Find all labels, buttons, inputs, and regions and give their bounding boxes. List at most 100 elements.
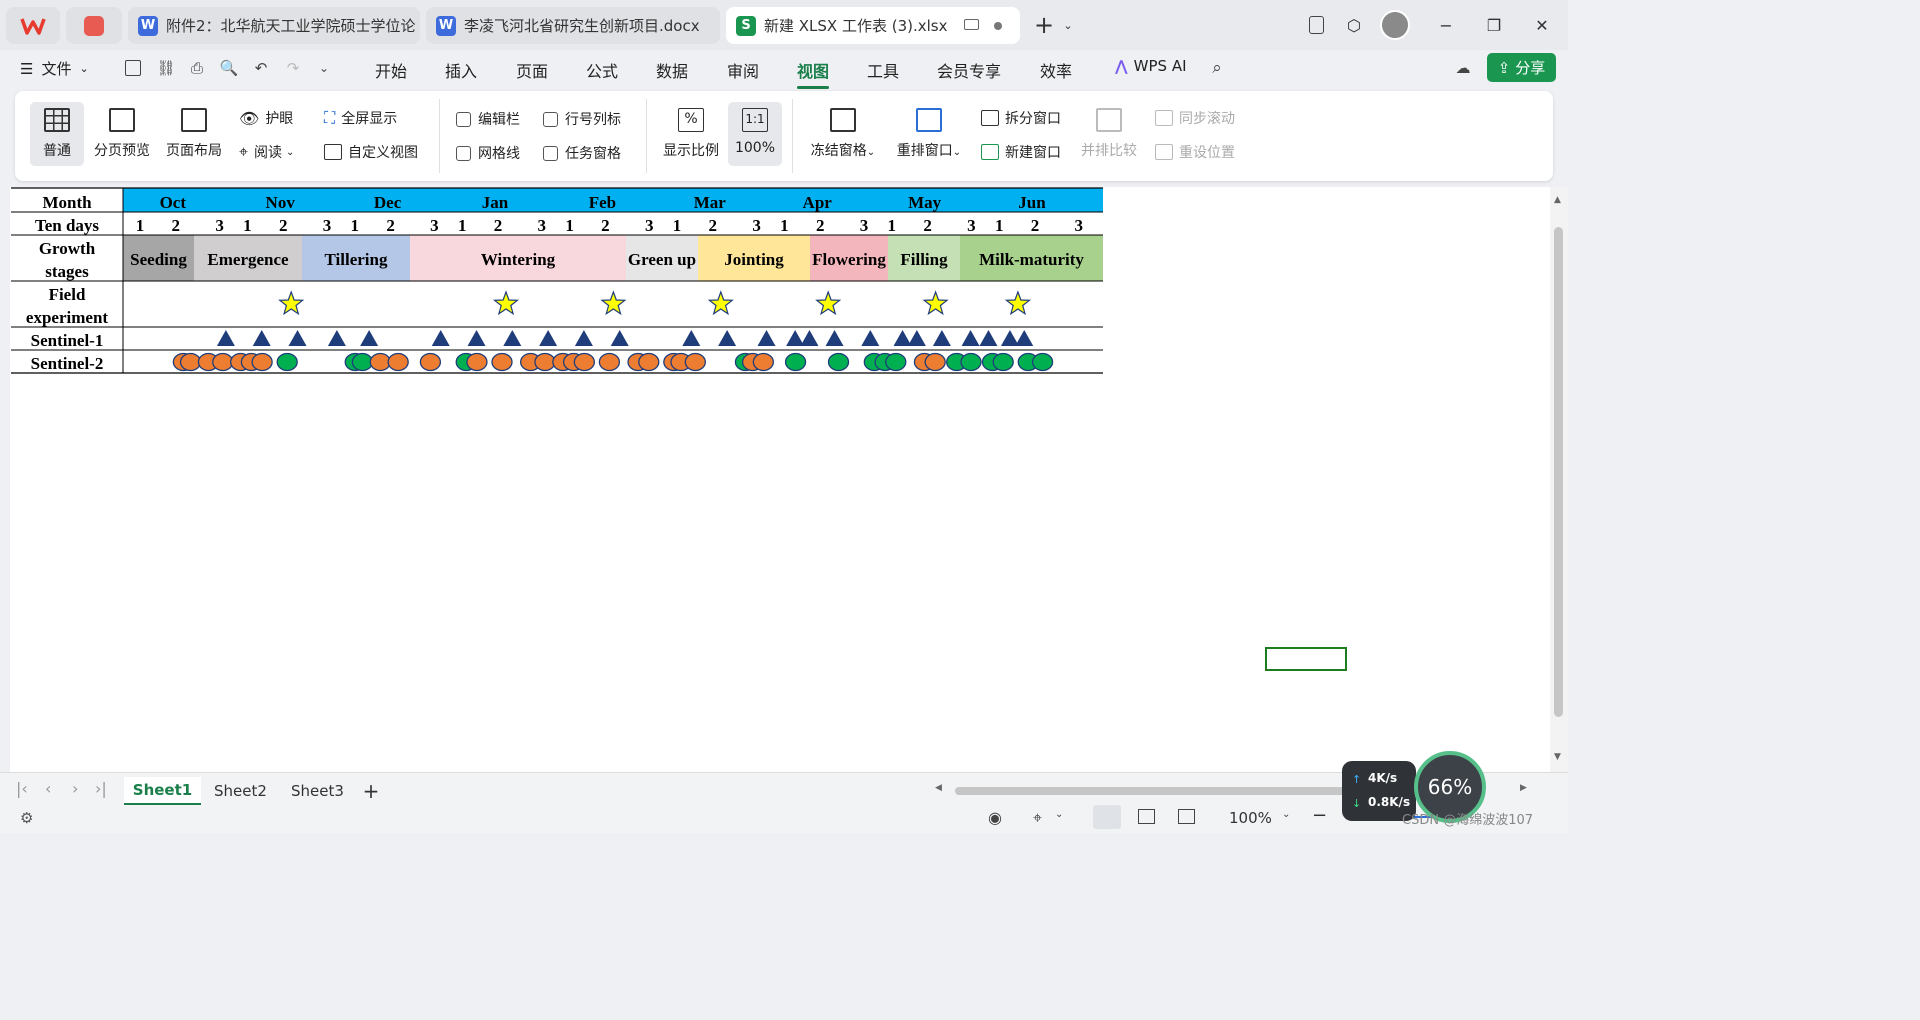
menu-tools[interactable]: 工具 bbox=[867, 58, 899, 82]
chevron-down-icon[interactable]: ⌄ bbox=[1054, 12, 1082, 38]
menu-insert[interactable]: 插入 bbox=[445, 58, 477, 82]
zoom-level[interactable]: 100% bbox=[1229, 809, 1272, 827]
stage-label: Green up bbox=[628, 250, 696, 269]
sync-scroll-button[interactable]: 同步滚动 bbox=[1155, 108, 1235, 128]
menu-efficiency[interactable]: 效率 bbox=[1040, 58, 1072, 82]
month-label: Jan bbox=[482, 193, 509, 212]
vertical-scrollbar[interactable]: ▲ ▼ bbox=[1550, 187, 1568, 772]
print-icon[interactable]: ⎙ bbox=[186, 57, 208, 79]
custom-view-button[interactable]: 自定义视图 bbox=[324, 142, 418, 162]
normal-view-status-icon[interactable] bbox=[1093, 805, 1121, 829]
field-experiment-star bbox=[707, 290, 734, 316]
page-layout-status-icon[interactable] bbox=[1138, 809, 1155, 824]
add-sheet-button[interactable]: + bbox=[357, 777, 385, 805]
page-break-icon bbox=[109, 108, 135, 132]
ten-day-label: 2 bbox=[1031, 216, 1040, 235]
month-label: Dec bbox=[374, 193, 402, 212]
cloud-icon[interactable]: ☁ bbox=[1452, 57, 1474, 79]
chevron-down-icon[interactable]: ⌄ bbox=[1282, 809, 1290, 820]
page-break-status-icon[interactable] bbox=[1178, 809, 1195, 824]
first-sheet-icon[interactable]: |‹ bbox=[16, 779, 28, 798]
close-button[interactable]: ✕ bbox=[1528, 12, 1556, 38]
menu-page[interactable]: 页面 bbox=[516, 58, 548, 82]
save-icon[interactable] bbox=[122, 57, 144, 79]
task-pane-checkbox[interactable]: 任务窗格 bbox=[543, 143, 621, 163]
split-window-button[interactable]: 拆分窗口 bbox=[981, 108, 1061, 128]
restore-button[interactable]: ❐ bbox=[1480, 12, 1508, 38]
menu-review[interactable]: 审阅 bbox=[727, 58, 759, 82]
menu-data[interactable]: 数据 bbox=[656, 58, 688, 82]
tab-spreadsheet[interactable]: S 新建 XLSX 工作表 (3).xlsx bbox=[726, 7, 1020, 44]
scroll-right-icon[interactable]: ▶ bbox=[1520, 783, 1527, 793]
menu-member[interactable]: 会员专享 bbox=[937, 58, 1001, 82]
file-menu[interactable]: ☰ 文件 ⌄ bbox=[20, 58, 89, 79]
scroll-thumb[interactable] bbox=[1554, 227, 1563, 717]
redo-icon[interactable]: ↷ bbox=[282, 57, 304, 79]
field-experiment-star bbox=[815, 290, 842, 316]
menu-home[interactable]: 开始 bbox=[375, 58, 407, 82]
page-layout-button[interactable]: 页面布局 bbox=[163, 108, 225, 160]
headings-checkbox[interactable]: 行号列标 bbox=[543, 109, 621, 129]
normal-view-button[interactable]: 普通 bbox=[30, 102, 84, 166]
chevron-down-icon[interactable]: ⌄ bbox=[1055, 809, 1063, 820]
scroll-thumb[interactable] bbox=[955, 787, 1385, 795]
cube-icon[interactable]: ⬡ bbox=[1340, 12, 1368, 38]
sentinel-1-triangle bbox=[327, 330, 346, 346]
checkbox-icon bbox=[456, 145, 471, 161]
chevron-down-icon[interactable]: ⌄ bbox=[313, 57, 335, 79]
minimize-button[interactable]: − bbox=[1432, 12, 1460, 38]
link-icon[interactable]: ⛓ bbox=[155, 57, 177, 79]
eye-icon[interactable]: ◉ bbox=[988, 808, 1002, 827]
wps-ai-button[interactable]: ⋀ WPS AI bbox=[1115, 57, 1187, 75]
prev-sheet-icon[interactable]: ‹ bbox=[45, 779, 51, 798]
tab-document-2[interactable]: W 李凌飞河北省研究生创新项目.docx bbox=[426, 7, 720, 44]
print-preview-icon[interactable]: 🔍 bbox=[218, 57, 240, 79]
menu-view[interactable]: 视图 bbox=[797, 58, 830, 89]
field-experiment-star bbox=[1004, 290, 1032, 316]
undo-icon[interactable]: ↶ bbox=[250, 57, 272, 79]
active-cell-cursor[interactable] bbox=[1265, 647, 1347, 671]
search-icon[interactable]: ⌕ bbox=[1206, 57, 1228, 79]
pdf-app-button[interactable] bbox=[66, 7, 122, 44]
macro-icon[interactable]: ⚙ bbox=[20, 809, 33, 827]
tab-document-1[interactable]: W 附件2：北华航天工业学院硕士学位论 bbox=[128, 7, 420, 44]
wps-logo-button[interactable] bbox=[6, 7, 60, 44]
worksheet-grid[interactable]: Seeding Emergence Tillering Wintering Green … bbox=[10, 187, 1550, 772]
crosshair-icon[interactable]: ⌖ bbox=[1033, 808, 1042, 828]
formula-bar-checkbox[interactable]: 编辑栏 bbox=[456, 109, 520, 129]
freeze-panes-button[interactable]: 冻结窗格⌄ bbox=[805, 108, 881, 160]
cpu-value: 66% bbox=[1427, 775, 1473, 799]
avatar[interactable] bbox=[1380, 10, 1410, 40]
next-sheet-icon[interactable]: › bbox=[72, 779, 78, 798]
last-sheet-icon[interactable]: ›| bbox=[95, 779, 107, 798]
new-window-button[interactable]: 新建窗口 bbox=[981, 142, 1061, 162]
arrange-windows-button[interactable]: 重排窗口⌄ bbox=[891, 108, 967, 160]
sentinel-2-orange-mark bbox=[251, 352, 273, 372]
sheet-tab-2[interactable]: Sheet2 bbox=[203, 777, 278, 805]
scroll-down-icon[interactable]: ▼ bbox=[1554, 752, 1561, 762]
zoom-button[interactable]: % 显示比例 bbox=[660, 108, 722, 160]
zoom-100-button[interactable]: 1:1 100% bbox=[728, 102, 782, 166]
sentinel-1-triangle bbox=[574, 330, 593, 346]
side-by-side-button[interactable]: 并排比较 bbox=[1077, 108, 1141, 160]
reading-mode-button[interactable]: ⌖ 阅读 ⌄ bbox=[239, 142, 294, 162]
sheet-tab-1[interactable]: Sheet1 bbox=[124, 777, 201, 805]
chevron-down-icon: ⌄ bbox=[866, 147, 876, 158]
stage-label: Milk-maturity bbox=[979, 250, 1084, 269]
share-label: 分享 bbox=[1515, 59, 1546, 77]
menu-formula[interactable]: 公式 bbox=[586, 58, 618, 82]
zoom-out-icon[interactable]: − bbox=[1312, 805, 1327, 826]
scroll-left-icon[interactable]: ◀ bbox=[935, 783, 942, 793]
fullscreen-button[interactable]: ⛶ 全屏显示 bbox=[324, 108, 397, 128]
page-break-preview-button[interactable]: 分页预览 bbox=[91, 108, 153, 160]
gridlines-checkbox[interactable]: 网格线 bbox=[456, 143, 520, 163]
page-layout-label: 页面布局 bbox=[166, 143, 222, 159]
row-label-month: Month bbox=[42, 193, 92, 212]
eye-care-button[interactable]: 👁 护眼 bbox=[239, 108, 293, 128]
sheet-tab-3[interactable]: Sheet3 bbox=[280, 777, 355, 805]
scroll-up-icon[interactable]: ▲ bbox=[1554, 195, 1561, 205]
tablet-mode-icon[interactable] bbox=[1302, 12, 1330, 38]
tab-label: 新建 XLSX 工作表 (3).xlsx bbox=[764, 17, 948, 35]
share-button[interactable]: ⇪ 分享 bbox=[1487, 53, 1556, 82]
reset-position-button[interactable]: 重设位置 bbox=[1155, 142, 1235, 162]
